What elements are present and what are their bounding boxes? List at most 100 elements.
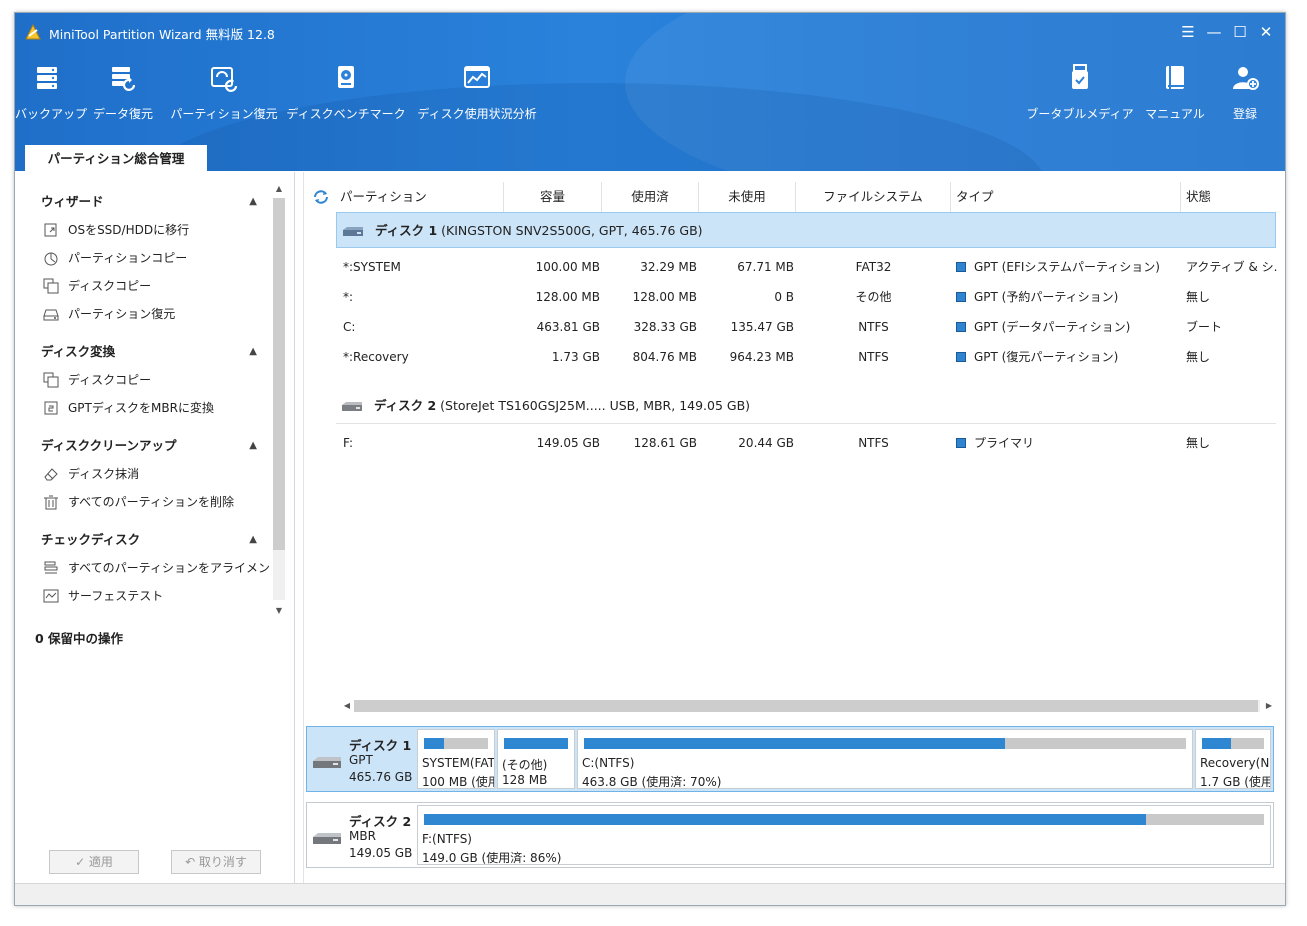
app-title: MiniTool Partition Wizard 無料版 12.8: [49, 27, 275, 42]
toolbar-disk-benchmark-label: ディスクベンチマーク: [286, 107, 406, 121]
sidebar-item-wipe-disk[interactable]: ディスク抹消: [41, 460, 295, 488]
disk-benchmark-icon: [338, 66, 354, 88]
register-icon: [1233, 67, 1259, 90]
sidebar-scrollbar[interactable]: ▲ ▼: [271, 184, 287, 620]
scroll-right-icon[interactable]: ▶: [1262, 698, 1276, 714]
copy-partition-icon: [44, 252, 58, 266]
app-logo-icon: [25, 23, 41, 40]
chevron-up-icon[interactable]: ▲: [249, 526, 257, 554]
disk-map-info: ディスク 1 GPT 465.76 GB: [307, 727, 413, 791]
grid-scroll-thumb[interactable]: [354, 700, 1258, 712]
partition-block[interactable]: Recovery(N 1.7 GB (使用: [1195, 729, 1271, 789]
partition-grid-panel: パーティション 容量 使用済 未使用 ファイルシステム タイプ 状態 ディスク …: [303, 172, 1285, 883]
toolbar-data-recovery-label: データ復元: [92, 107, 153, 121]
partition-type-icon: [956, 291, 966, 302]
chevron-up-icon[interactable]: ▲: [249, 188, 257, 216]
toolbar-right: ブータブルメディア マニュアル 登録: [1025, 63, 1275, 129]
toolbar-backup-button[interactable]: バックアップ: [15, 63, 88, 129]
disk-row-1[interactable]: ディスク 1 (KINGSTON SNV2S500G, GPT, 465.76 …: [336, 212, 1276, 248]
sidebar-item-align-partitions[interactable]: すべてのパーティションをアライメント: [41, 554, 295, 582]
apply-button[interactable]: ✓ 適用: [49, 850, 139, 874]
toolbar-left: バックアップ データ復元 パーティション復元 ディスクベンチマーク ディスク使用…: [15, 63, 545, 129]
scroll-down-icon[interactable]: ▼: [271, 606, 287, 615]
toolbar-space-analyzer-button[interactable]: ディスク使用状況分析: [409, 63, 545, 129]
refresh-icon[interactable]: [312, 188, 330, 206]
minimize-icon[interactable]: —: [1201, 21, 1227, 43]
usage-bar-fill: [1202, 738, 1231, 749]
usage-bar-fill: [584, 738, 1006, 749]
partition-row[interactable]: *: 128.00 MB 128.00 MB 0 B その他 GPT (予約パー…: [304, 282, 1285, 312]
partition-block[interactable]: C:(NTFS) 463.8 GB (使用済: 70%): [577, 729, 1193, 789]
surface-test-icon: [43, 589, 59, 603]
disk-row-2[interactable]: ディスク 2 (StoreJet TS160GSJ25M..... USB, M…: [336, 388, 1276, 424]
status-bar: [15, 883, 1285, 905]
sidebar-section-title[interactable]: ディスククリーンアップ ▲: [41, 432, 257, 460]
partition-row[interactable]: *:Recovery 1.73 GB 804.76 MB 964.23 MB N…: [304, 342, 1285, 372]
sidebar-item-delete-all-partitions[interactable]: すべてのパーティションを削除: [41, 488, 295, 516]
column-used[interactable]: 使用済: [602, 182, 699, 212]
grid-header: パーティション 容量 使用済 未使用 ファイルシステム タイプ 状態: [304, 182, 1285, 212]
column-partition[interactable]: パーティション: [340, 182, 504, 212]
app-window: MiniTool Partition Wizard 無料版 12.8 ☰ — ☐…: [14, 12, 1286, 906]
toolbar-space-analyzer-label: ディスク使用状況分析: [417, 107, 537, 121]
chevron-up-icon[interactable]: ▲: [249, 338, 257, 366]
column-status[interactable]: 状態: [1186, 182, 1276, 212]
toolbar-partition-recovery-label: パーティション復元: [170, 107, 278, 121]
toolbar-disk-benchmark-button[interactable]: ディスクベンチマーク: [283, 63, 409, 129]
column-file-system[interactable]: ファイルシステム: [796, 182, 951, 212]
partition-row[interactable]: *:SYSTEM 100.00 MB 32.29 MB 67.71 MB FAT…: [304, 252, 1285, 282]
scroll-left-icon[interactable]: ◀: [340, 698, 354, 714]
sidebar-item-gpt-to-mbr[interactable]: GPTディスクをMBRに変換: [41, 394, 295, 422]
hard-disk-icon: [313, 757, 341, 768]
partition-row[interactable]: F: 149.05 GB 128.61 GB 20.44 GB NTFS プライ…: [304, 428, 1285, 458]
sidebar-scroll-thumb[interactable]: [273, 198, 285, 550]
eraser-icon: [44, 468, 58, 481]
toolbar-backup-label: バックアップ: [15, 107, 88, 121]
close-icon[interactable]: ✕: [1253, 21, 1279, 43]
partition-type-icon: [956, 437, 966, 448]
sidebar-section-check-disk: チェックディスク ▲ すべてのパーティションをアライメント サーフェステスト: [41, 526, 295, 610]
scroll-up-icon[interactable]: ▲: [271, 184, 287, 193]
toolbar-bootable-media-button[interactable]: ブータブルメディア: [1025, 63, 1135, 129]
sidebar-section-disk-convert: ディスク変換 ▲ ディスクコピー GPTディスクをMBRに変換: [41, 338, 295, 422]
column-type[interactable]: タイプ: [956, 182, 1181, 212]
toolbar-manual-button[interactable]: マニュアル: [1135, 63, 1215, 129]
chevron-up-icon[interactable]: ▲: [249, 432, 257, 460]
grid-horizontal-scrollbar[interactable]: ◀ ▶: [340, 698, 1276, 714]
sidebar-item-partition-recovery[interactable]: パーティション復元: [41, 300, 295, 328]
manual-icon: [1166, 66, 1184, 89]
sidebar-section-title[interactable]: ウィザード ▲: [41, 188, 257, 216]
partition-type-icon: [956, 261, 966, 272]
data-recovery-icon: [112, 67, 136, 91]
disk-map-1[interactable]: ディスク 1 GPT 465.76 GB SYSTEM(FAT 100 MB (…: [306, 726, 1274, 792]
usage-bar-fill: [504, 738, 568, 749]
migrate-os-icon: [44, 223, 57, 237]
sidebar-item-copy-disk[interactable]: ディスクコピー: [41, 272, 295, 300]
sidebar-item-migrate-os[interactable]: OSをSSD/HDDに移行: [41, 216, 295, 244]
disk-map-info: ディスク 2 MBR 149.05 GB: [307, 803, 413, 867]
pending-operations: 0 保留中の操作: [35, 631, 124, 646]
sidebar-section-title[interactable]: チェックディスク ▲: [41, 526, 257, 554]
sidebar-item-surface-test[interactable]: サーフェステスト: [41, 582, 295, 610]
partition-block[interactable]: F:(NTFS) 149.0 GB (使用済: 86%): [417, 805, 1271, 865]
partition-block[interactable]: (その他) 128 MB: [497, 729, 575, 789]
column-unused[interactable]: 未使用: [699, 182, 796, 212]
hard-disk-icon: [343, 226, 363, 236]
sidebar-item-copy-disk-2[interactable]: ディスクコピー: [41, 366, 295, 394]
title-bar: MiniTool Partition Wizard 無料版 12.8 ☰ — ☐…: [15, 13, 1285, 51]
tab-partition-management[interactable]: パーティション総合管理: [25, 145, 207, 171]
partition-row[interactable]: C: 463.81 GB 328.33 GB 135.47 GB NTFS GP…: [304, 312, 1285, 342]
convert-disk-icon: [44, 401, 58, 415]
toolbar-partition-recovery-button[interactable]: パーティション復元: [165, 63, 283, 129]
partition-block[interactable]: SYSTEM(FAT 100 MB (使用: [417, 729, 495, 789]
toolbar-data-recovery-button[interactable]: データ復元: [81, 63, 165, 129]
column-capacity[interactable]: 容量: [504, 182, 602, 212]
disk-map-2[interactable]: ディスク 2 MBR 149.05 GB F:(NTFS) 149.0 GB (…: [306, 802, 1274, 868]
toolbar-register-button[interactable]: 登録: [1215, 63, 1275, 129]
sidebar-item-copy-partition[interactable]: パーティションコピー: [41, 244, 295, 272]
sidebar-section-disk-cleanup: ディスククリーンアップ ▲ ディスク抹消 すべてのパーティションを削除: [41, 432, 295, 516]
sidebar-section-title[interactable]: ディスク変換 ▲: [41, 338, 257, 366]
maximize-icon[interactable]: ☐: [1227, 21, 1253, 43]
undo-button[interactable]: ↶ 取り消す: [171, 850, 261, 874]
menu-icon[interactable]: ☰: [1175, 21, 1201, 43]
